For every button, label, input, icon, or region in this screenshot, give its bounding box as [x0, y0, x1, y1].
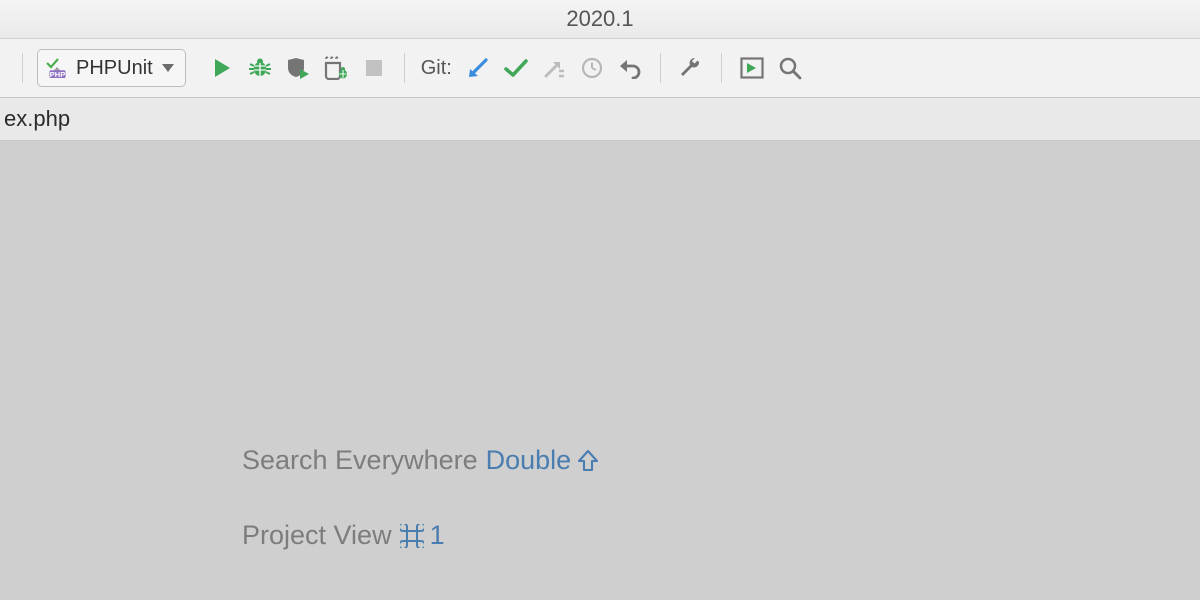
run-with-coverage-button[interactable] — [282, 52, 314, 84]
push-arrow-icon — [543, 57, 565, 79]
run-anything-button[interactable] — [736, 52, 768, 84]
run-button[interactable] — [206, 52, 238, 84]
wrench-icon — [679, 56, 703, 80]
play-icon — [211, 57, 233, 79]
undo-arrow-icon — [618, 57, 642, 79]
stop-icon — [365, 59, 383, 77]
profiler-icon — [323, 56, 349, 80]
vcs-push-button[interactable] — [538, 52, 570, 84]
stop-button[interactable] — [358, 52, 390, 84]
history-clock-icon — [581, 57, 603, 79]
search-everywhere-button[interactable] — [774, 52, 806, 84]
open-file-tab[interactable]: ex.php — [4, 106, 70, 132]
hint-shortcut: 1 — [400, 516, 445, 555]
debug-button[interactable] — [244, 52, 276, 84]
hint-project-view: Project View 1 — [242, 516, 599, 555]
hint-search-everywhere: Search Everywhere Double — [242, 441, 599, 480]
ide-version-label: 2020.1 — [566, 6, 633, 32]
toolbar-separator — [22, 53, 23, 83]
search-icon — [778, 56, 802, 80]
vcs-commit-button[interactable] — [500, 52, 532, 84]
command-key-icon — [400, 524, 424, 548]
profile-button[interactable] — [320, 52, 352, 84]
toolbar-separator — [660, 53, 661, 83]
vcs-rollback-button[interactable] — [614, 52, 646, 84]
shift-key-icon — [577, 449, 599, 473]
shield-play-icon — [286, 56, 310, 80]
ide-settings-button[interactable] — [675, 52, 707, 84]
editor-empty-state: Search Everywhere Double Project View 1 — [0, 141, 1200, 600]
dropdown-triangle-icon — [161, 63, 175, 73]
svg-text:PHP: PHP — [50, 70, 65, 78]
toolbar-separator — [404, 53, 405, 83]
run-configuration-label: PHPUnit — [76, 57, 153, 80]
run-configuration-selector[interactable]: PHP PHPUnit — [37, 49, 186, 87]
checkmark-icon — [504, 58, 528, 78]
toolbar-separator — [721, 53, 722, 83]
update-arrow-icon — [467, 57, 489, 79]
editor-hints: Search Everywhere Double Project View 1 — [242, 441, 599, 591]
shortcut-prefix: Double — [486, 441, 572, 480]
bug-icon — [248, 56, 272, 80]
vcs-history-button[interactable] — [576, 52, 608, 84]
git-label: Git: — [421, 57, 452, 80]
phpunit-config-icon: PHP — [46, 58, 68, 78]
vcs-update-button[interactable] — [462, 52, 494, 84]
hint-label: Project View — [242, 516, 392, 555]
hint-label: Search Everywhere — [242, 441, 478, 480]
main-toolbar: PHP PHPUnit — [0, 39, 1200, 98]
window-titlebar: 2020.1 — [0, 0, 1200, 39]
editor-tab-strip: ex.php — [0, 98, 1200, 141]
hint-shortcut: Double — [486, 441, 600, 480]
shortcut-key: 1 — [430, 516, 445, 555]
run-anything-icon — [740, 57, 764, 79]
